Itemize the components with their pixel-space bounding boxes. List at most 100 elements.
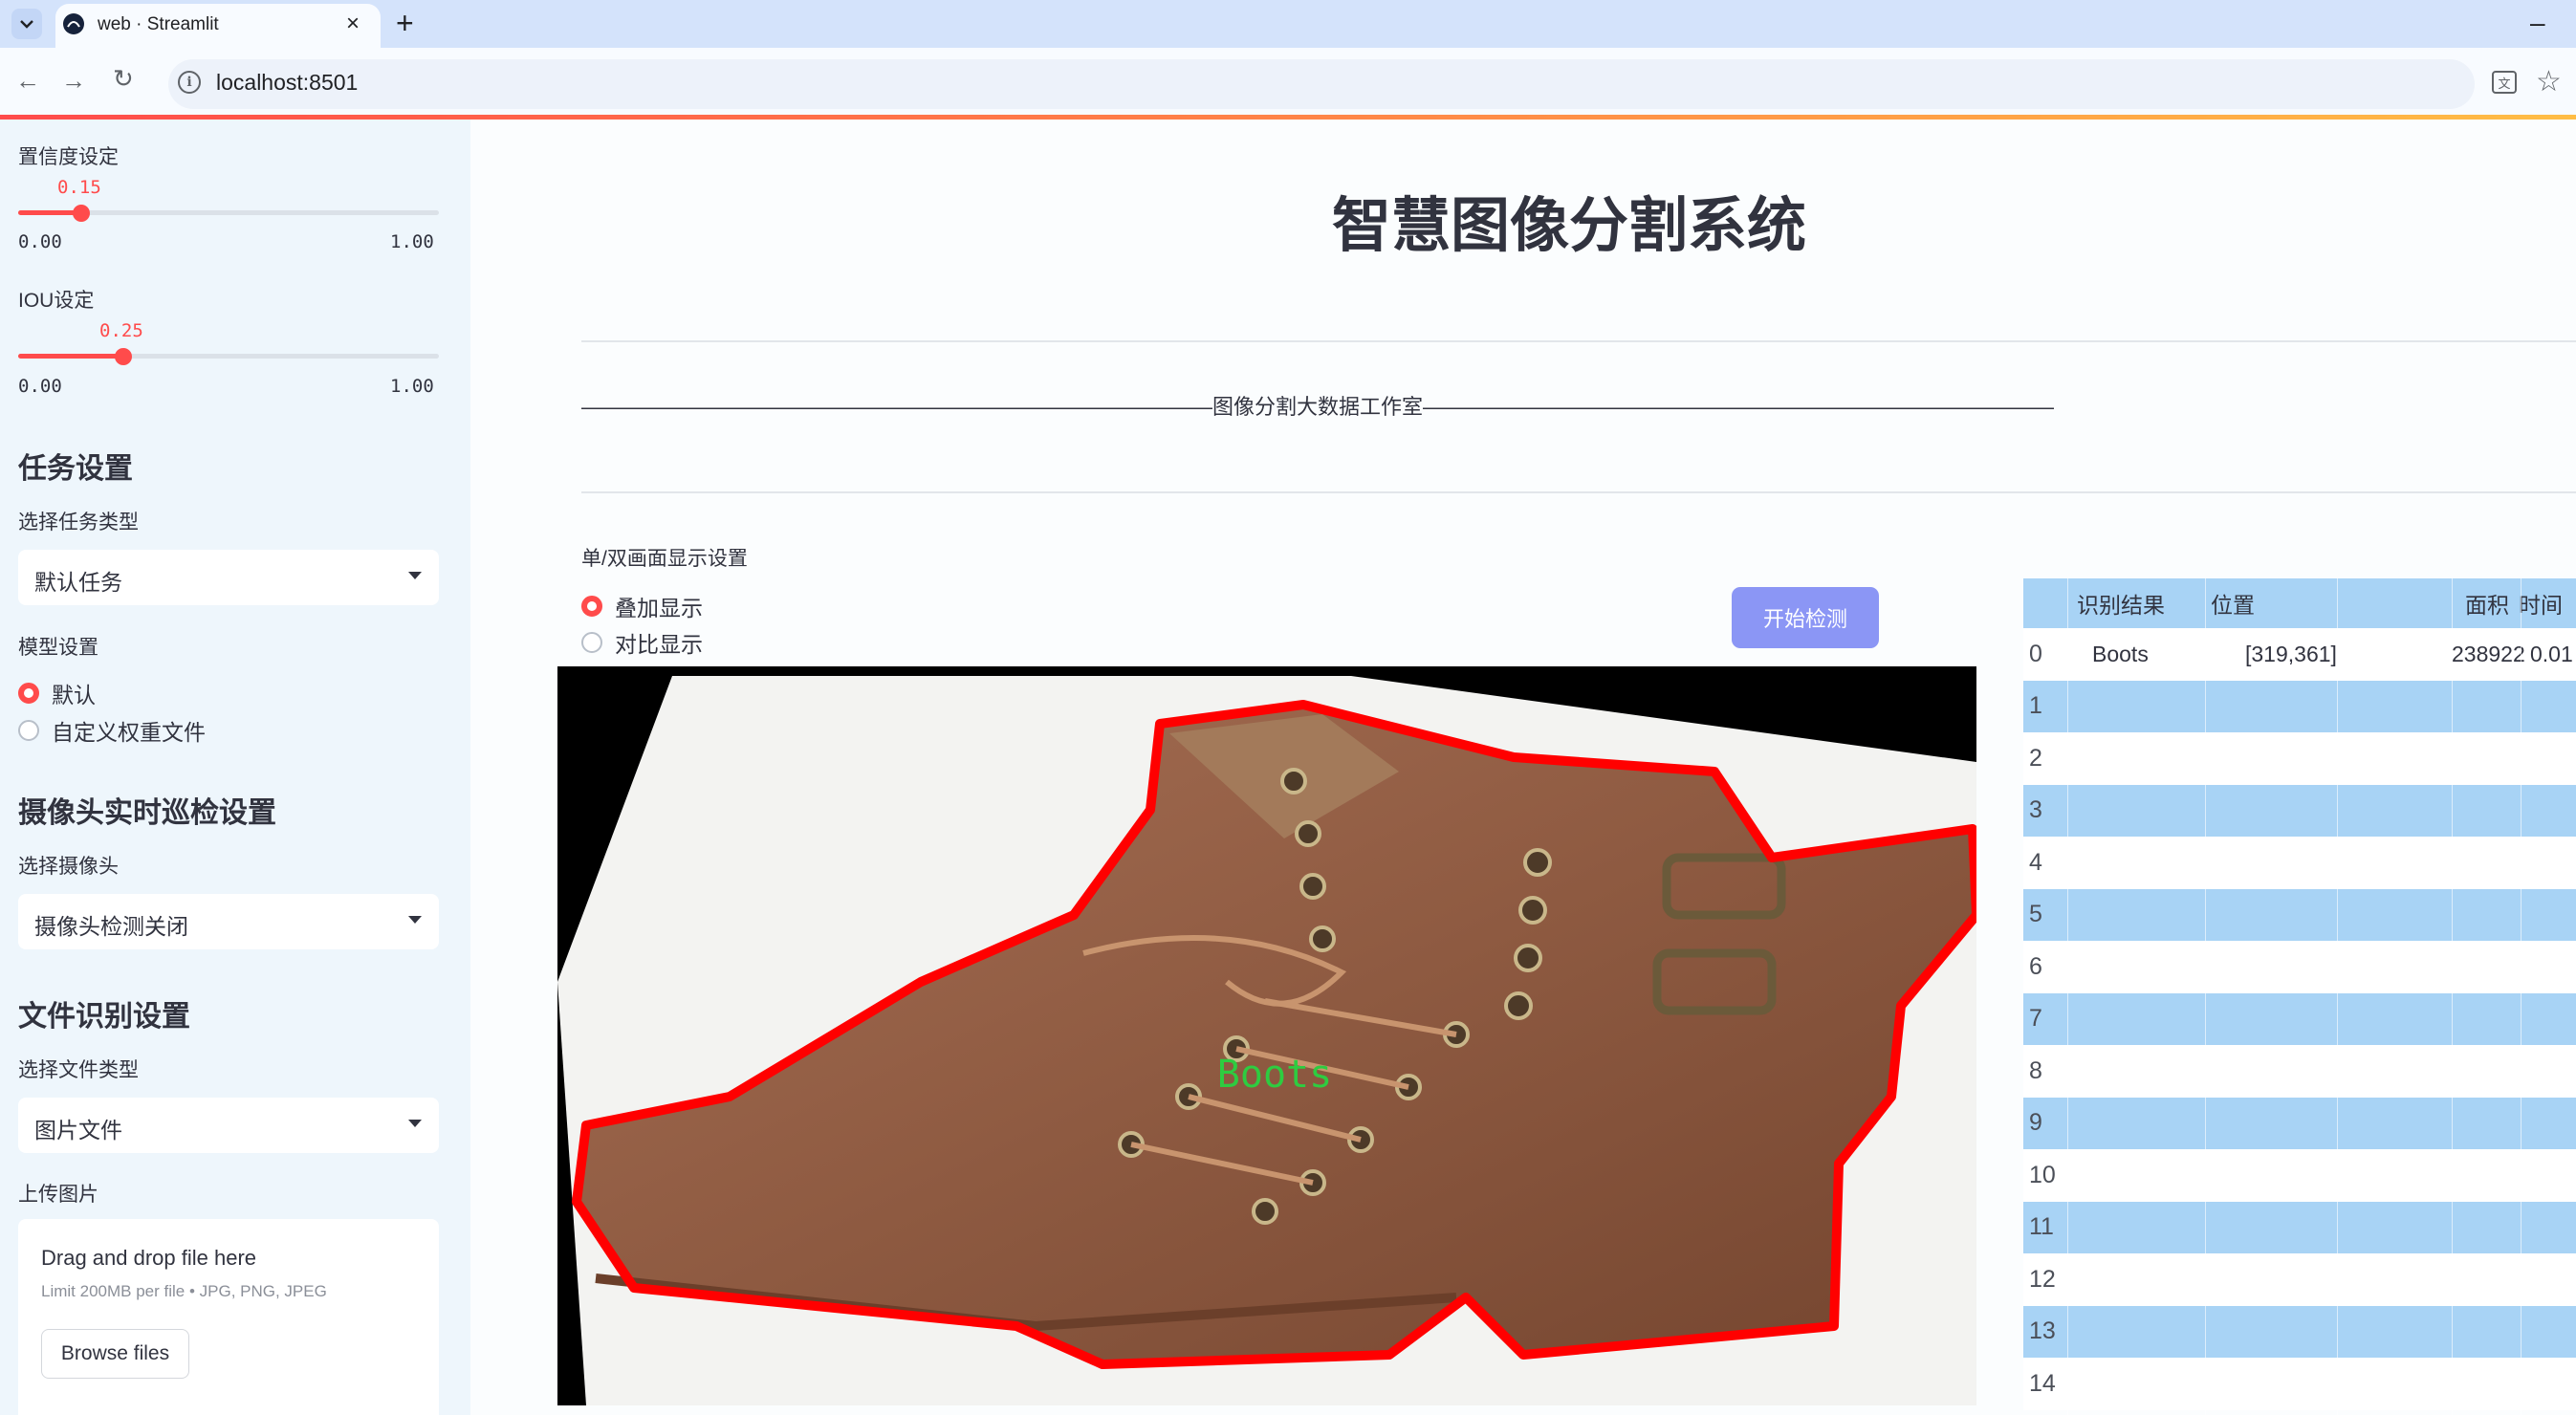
start-detection-button[interactable]: 开始检测	[1732, 587, 1879, 648]
dropdown-caret-icon	[408, 572, 422, 579]
table-column-divider	[2337, 578, 2338, 1415]
task-type-value: 默认任务	[34, 570, 122, 595]
iou-value: 0.25	[99, 320, 143, 341]
camera-select[interactable]: 摄像头检测关闭	[18, 894, 439, 949]
iou-slider[interactable]	[18, 354, 439, 359]
detection-label: Boots	[1217, 1053, 1332, 1097]
row-index: 14	[2029, 1369, 2056, 1397]
table-row: 13	[2023, 1305, 2576, 1358]
model-option-label: 自定义权重文件	[52, 720, 206, 745]
camera-select-value: 摄像头检测关闭	[34, 914, 188, 939]
table-row: 8	[2023, 1045, 2576, 1098]
table-row: 6	[2023, 941, 2576, 993]
table-column-divider	[2067, 578, 2068, 1415]
tab-title: web · Streamlit	[98, 14, 219, 34]
cell-result: Boots	[2092, 641, 2149, 666]
file-settings-header: 文件识别设置	[18, 1001, 190, 1033]
close-tab-icon[interactable]: ×	[346, 11, 360, 37]
task-type-select[interactable]: 默认任务	[18, 550, 439, 605]
model-settings-label: 模型设置	[18, 637, 98, 659]
site-info-icon[interactable]: i	[178, 71, 201, 94]
segmented-boot-image: Boots	[557, 676, 1976, 1405]
row-index: 11	[2029, 1213, 2054, 1241]
row-index: 7	[2029, 1005, 2042, 1033]
camera-select-label: 选择摄像头	[18, 856, 119, 878]
cell-time: 0.01	[2530, 641, 2573, 666]
result-image: Boots	[557, 666, 1976, 1405]
file-type-label: 选择文件类型	[18, 1059, 139, 1081]
model-option-label: 默认	[52, 683, 96, 708]
row-index: 6	[2029, 952, 2042, 980]
dropzone-title: Drag and drop file here	[41, 1246, 257, 1270]
url-text[interactable]: localhost:8501	[216, 70, 358, 96]
tab-search-button[interactable]	[11, 9, 42, 39]
display-mode-label: 单/双画面显示设置	[581, 548, 748, 570]
row-index: 3	[2029, 796, 2042, 824]
streamlit-favicon-icon	[63, 13, 84, 34]
translate-icon[interactable]: 文	[2492, 71, 2517, 94]
confidence-slider-thumb[interactable]	[73, 205, 90, 222]
table-header-row: 识别结果 位置 面积 时间	[2023, 578, 2576, 628]
camera-settings-header: 摄像头实时巡检设置	[18, 797, 276, 829]
iou-min: 0.00	[18, 376, 62, 397]
display-radio-overlay[interactable]: 叠加显示	[581, 590, 703, 622]
dropzone-limit: Limit 200MB per file • JPG, PNG, JPEG	[41, 1282, 327, 1300]
row-index: 2	[2029, 744, 2042, 772]
table-row: 11	[2023, 1201, 2576, 1253]
table-row: 12	[2023, 1253, 2576, 1306]
iou-label: IOU设定	[18, 290, 95, 312]
table-row: 3	[2023, 784, 2576, 837]
address-bar[interactable]	[168, 59, 2475, 109]
table-row: 10	[2023, 1149, 2576, 1202]
cell-position: [319,361]	[2245, 641, 2337, 666]
row-index: 12	[2029, 1265, 2056, 1293]
forward-arrow-icon[interactable]: →	[61, 66, 86, 96]
sidebar: 置信度设定 0.15 0.00 1.00 IOU设定 0.25 0.00 1.0…	[0, 120, 470, 1415]
divider-bottom	[581, 491, 2576, 493]
radio-checked-icon	[581, 596, 602, 617]
confidence-label: 置信度设定	[18, 146, 119, 168]
row-index: 9	[2029, 1109, 2042, 1137]
header-result: 识别结果	[2077, 593, 2165, 618]
model-radio-custom[interactable]: 自定义权重文件	[18, 714, 206, 747]
header-area: 面积	[2465, 593, 2509, 618]
iou-slider-thumb[interactable]	[115, 348, 132, 365]
table-row: 4	[2023, 837, 2576, 889]
header-position: 位置	[2211, 593, 2255, 618]
iou-max: 1.00	[390, 376, 434, 397]
studio-banner: ——————————————————————————————图像分割大数据工作室…	[581, 395, 2055, 419]
dropdown-caret-icon	[408, 1120, 422, 1127]
header-time: 时间	[2519, 593, 2563, 618]
table-row: 0 Boots [319,361] 238922 0.01	[2023, 628, 2576, 681]
browse-files-button[interactable]: Browse files	[41, 1329, 189, 1379]
browser-tab-bar	[0, 0, 2576, 48]
radio-unchecked-icon	[18, 720, 39, 741]
row-index: 4	[2029, 848, 2042, 876]
file-type-select[interactable]: 图片文件	[18, 1098, 439, 1153]
table-row: 7	[2023, 992, 2576, 1045]
reload-icon[interactable]: ↻	[113, 64, 134, 94]
display-option-label: 叠加显示	[615, 596, 703, 620]
task-settings-header: 任务设置	[18, 453, 133, 485]
row-index: 5	[2029, 901, 2042, 928]
dropdown-caret-icon	[408, 916, 422, 924]
file-type-value: 图片文件	[34, 1118, 122, 1143]
table-row: 1	[2023, 680, 2576, 732]
display-radio-compare[interactable]: 对比显示	[581, 626, 703, 659]
table-row: 14	[2023, 1358, 2576, 1410]
display-option-label: 对比显示	[615, 632, 703, 657]
bookmark-star-icon[interactable]: ☆	[2536, 65, 2562, 98]
iou-slider-fill	[18, 354, 123, 359]
file-dropzone[interactable]: Drag and drop file here Limit 200MB per …	[18, 1219, 439, 1415]
result-table[interactable]: 识别结果 位置 面积 时间 0 Boots [319,361] 238922 0.01 1…	[2023, 578, 2576, 1415]
model-radio-default[interactable]: 默认	[18, 677, 96, 709]
confidence-min: 0.00	[18, 231, 62, 252]
confidence-max: 1.00	[390, 231, 434, 252]
minimize-window-icon[interactable]: –	[2530, 8, 2545, 38]
row-index: 8	[2029, 1056, 2042, 1084]
radio-checked-icon	[18, 683, 39, 704]
back-arrow-icon[interactable]: ←	[15, 66, 40, 96]
new-tab-icon[interactable]: +	[396, 6, 414, 41]
row-index: 1	[2029, 692, 2042, 720]
table-row: 9	[2023, 1097, 2576, 1149]
